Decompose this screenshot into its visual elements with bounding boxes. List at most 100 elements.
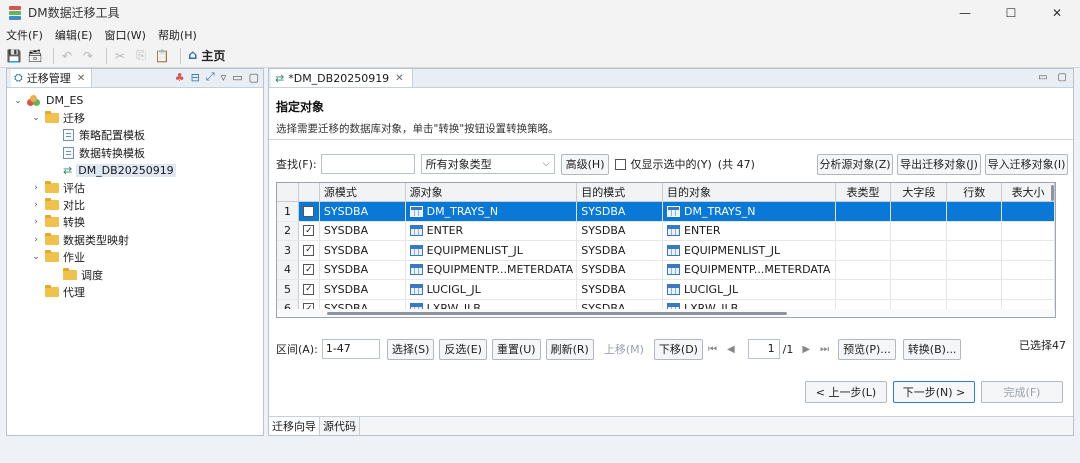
select-button[interactable]: 选择(S) — [386, 338, 435, 360]
row-checkbox[interactable]: ✓ — [299, 280, 320, 299]
large-field-cell[interactable] — [891, 260, 948, 279]
target-schema-cell[interactable]: SYSDBA — [577, 241, 663, 260]
source-object-cell[interactable]: DM_TRAYS_N — [405, 202, 578, 221]
table-type-cell[interactable] — [836, 221, 892, 240]
preview-button[interactable]: 预览(P)... — [838, 338, 896, 360]
maximize-view-icon[interactable]: ▢ — [249, 71, 259, 84]
expand-arrow-icon[interactable]: ⌄ — [13, 96, 23, 106]
collapse-arrow-icon[interactable]: › — [31, 183, 41, 193]
large-field-cell[interactable] — [891, 221, 948, 240]
collapse-arrow-icon[interactable]: › — [31, 200, 41, 210]
row-count-cell[interactable] — [947, 280, 1003, 299]
tree-item[interactable]: ⌄ DM_ES — [7, 92, 263, 109]
analyze-source-button[interactable]: 分析源对象(Z) — [817, 153, 893, 175]
minimize-button[interactable]: — — [942, 0, 988, 25]
minimize-view-icon[interactable]: ▭ — [1038, 72, 1047, 83]
col-target-object[interactable]: 目的对象 — [663, 183, 836, 201]
source-schema-cell[interactable]: SYSDBA — [320, 260, 406, 279]
maximize-button[interactable]: ☐ — [988, 0, 1034, 25]
tree-item[interactable]: › 数据类型映射 — [7, 231, 263, 248]
tree-item[interactable]: 代理 — [7, 283, 263, 300]
move-down-button[interactable]: 下移(D) — [653, 338, 703, 360]
save-icon[interactable]: 💾 — [6, 48, 22, 64]
menu-window[interactable]: 窗口(W) — [104, 27, 145, 43]
col-source-object[interactable]: 源对象 — [406, 183, 578, 201]
row-count-cell[interactable] — [947, 221, 1003, 240]
col-table-size[interactable]: 表大小 — [1002, 183, 1055, 201]
menu-help[interactable]: 帮助(H) — [158, 27, 197, 43]
range-input[interactable]: 1-47 — [321, 339, 380, 359]
next-page-icon[interactable]: ▶ — [802, 344, 810, 355]
target-schema-cell[interactable]: SYSDBA — [577, 202, 663, 221]
tab-migration-wizard[interactable]: 迁移向导 — [269, 417, 320, 435]
tree-item[interactable]: › 评估 — [7, 179, 263, 196]
source-object-cell[interactable]: EQUIPMENLIST_JL — [406, 241, 578, 260]
target-schema-cell[interactable]: SYSDBA — [577, 221, 663, 240]
paste-icon[interactable]: 📋 — [154, 48, 170, 64]
move-up-button[interactable]: 上移(M) — [599, 339, 649, 360]
convert-button[interactable]: 转换(B)... — [902, 338, 962, 360]
first-page-icon[interactable]: ⏮ — [708, 344, 717, 355]
table-row[interactable]: 3 ✓ SYSDBA EQUIPMENLIST_JL SYSDBA EQUIPMENLIS… — [277, 241, 1055, 261]
export-objects-button[interactable]: 导出迁移对象(J) — [897, 153, 981, 175]
target-object-cell[interactable]: EQUIPMENLIST_JL — [663, 241, 836, 260]
save-all-icon[interactable]: 🗃 — [27, 48, 43, 64]
only-selected-checkbox[interactable]: 仅显示选中的(Y) — [615, 156, 712, 172]
finish-button[interactable]: 完成(F) — [981, 381, 1063, 403]
table-type-cell[interactable] — [836, 280, 892, 299]
expand-arrow-icon[interactable]: ⌄ — [31, 252, 41, 262]
source-object-cell[interactable]: ENTER — [406, 221, 578, 240]
row-count-cell[interactable] — [947, 260, 1003, 279]
tree-item[interactable]: 调度 — [7, 266, 263, 283]
table-size-cell[interactable] — [1002, 260, 1055, 279]
minimize-view-icon[interactable]: ▭ — [232, 71, 242, 84]
tab-dm-db-editor[interactable]: ⇄ *DM_DB20250919 ✕ — [271, 69, 413, 87]
expand-arrow-icon[interactable]: ⌄ — [31, 113, 41, 123]
source-schema-cell[interactable]: SYSDBA — [320, 280, 406, 299]
col-source-schema[interactable]: 源模式 — [320, 183, 406, 201]
refresh-button[interactable]: 刷新(R) — [545, 338, 594, 360]
target-object-cell[interactable]: DM_TRAYS_N — [663, 202, 836, 221]
horizontal-scrollbar[interactable] — [277, 309, 1055, 317]
table-type-cell[interactable] — [836, 241, 892, 260]
copy-icon[interactable]: ⎘ — [133, 48, 149, 64]
reset-button[interactable]: 重置(U) — [491, 338, 541, 360]
row-count-cell[interactable] — [947, 202, 1003, 221]
tab-migration-management[interactable]: ⛭ 迁移管理 ✕ — [11, 69, 93, 87]
table-size-cell[interactable] — [1002, 221, 1055, 240]
source-schema-cell[interactable]: SYSDBA — [319, 202, 406, 221]
large-field-cell[interactable] — [891, 241, 948, 260]
new-project-icon[interactable]: ♣ — [175, 71, 185, 84]
col-large-field[interactable]: 大字段 — [891, 183, 948, 201]
advanced-button[interactable]: 高级(H) — [560, 153, 610, 175]
row-checkbox[interactable]: ✓ — [299, 241, 320, 260]
tree-item[interactable]: › 转换 — [7, 214, 263, 231]
undo-icon[interactable]: ↶ — [59, 48, 75, 64]
table-type-cell[interactable] — [836, 260, 892, 279]
maximize-view-icon[interactable]: ▢ — [1058, 72, 1067, 83]
source-schema-cell[interactable]: SYSDBA — [320, 221, 406, 240]
table-row[interactable]: 5 ✓ SYSDBA LUCIGL_JL SYSDBA LUCIGL_JL — [277, 280, 1055, 300]
view-menu-icon[interactable]: ▿ — [221, 71, 227, 84]
row-checkbox[interactable]: ✓ — [298, 202, 320, 221]
tab-source-code[interactable]: 源代码 — [320, 417, 360, 435]
target-schema-cell[interactable]: SYSDBA — [577, 280, 663, 299]
link-editor-icon[interactable]: ⤢ — [206, 70, 215, 84]
tree-item[interactable]: ⌄ 迁移 — [7, 109, 263, 126]
target-object-cell[interactable]: ENTER — [663, 221, 836, 240]
invert-button[interactable]: 反选(E) — [439, 338, 487, 360]
collapse-all-icon[interactable]: ⊟ — [191, 71, 200, 84]
menu-edit[interactable]: 编辑(E) — [55, 27, 93, 43]
tree-item[interactable]: ⇄ DM_DB20250919 — [7, 162, 263, 179]
close-button[interactable]: ✕ — [1034, 0, 1080, 25]
object-type-select[interactable]: 所有对象类型 ⌵ — [420, 154, 555, 174]
large-field-cell[interactable] — [891, 202, 948, 221]
menu-file[interactable]: 文件(F) — [6, 27, 43, 43]
row-checkbox[interactable]: ✓ — [299, 221, 320, 240]
source-object-cell[interactable]: EQUIPMENTP...METERDATA — [406, 260, 578, 279]
close-tab-icon[interactable]: ✕ — [77, 73, 85, 84]
target-object-cell[interactable]: LUCIGL_JL — [663, 280, 836, 299]
redo-icon[interactable]: ↷ — [80, 48, 96, 64]
target-schema-cell[interactable]: SYSDBA — [577, 260, 663, 279]
prev-step-button[interactable]: < 上一步(L) — [805, 381, 887, 403]
